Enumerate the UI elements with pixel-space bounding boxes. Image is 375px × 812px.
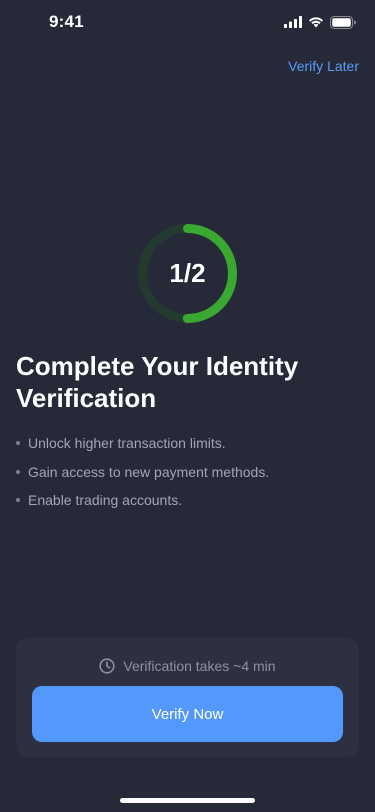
benefit-item: Gain access to new payment methods. [16,462,269,482]
wifi-icon [308,16,324,28]
verify-later-link[interactable]: Verify Later [288,58,359,74]
cellular-signal-icon [284,16,302,28]
clock-icon [99,658,116,674]
status-time: 9:41 [49,12,84,31]
verify-action-card: Verification takes ~4 min Verify Now [16,638,359,757]
benefit-item: Unlock higher transaction limits. [16,433,269,453]
benefit-text: Enable trading accounts. [28,492,183,508]
verify-now-button[interactable]: Verify Now [32,686,343,742]
battery-icon [330,15,357,29]
verification-time-note: Verification takes ~4 min [16,658,359,674]
benefit-list: Unlock higher transaction limits. Gain a… [16,433,269,519]
progress-step-label: 1/2 [169,258,206,288]
benefit-text: Gain access to new payment methods. [28,463,270,480]
benefit-text: Unlock higher transaction limits. [28,435,226,451]
identity-verification-screen: 9:41 Verify Later 1/2 Complete Your Iden… [0,0,375,812]
page-title: Complete Your Identity Verification [16,351,299,413]
verification-progress-ring: 1/2 [137,223,238,324]
time-note-text: Verification takes ~4 min [123,658,276,674]
bullet-dot [16,469,20,474]
home-indicator[interactable] [120,798,255,803]
bullet-dot [16,441,20,445]
status-bar: 9:41 [0,0,375,44]
bullet-dot [16,498,20,502]
benefit-item: Enable trading accounts. [16,490,269,510]
status-icons [284,15,357,29]
